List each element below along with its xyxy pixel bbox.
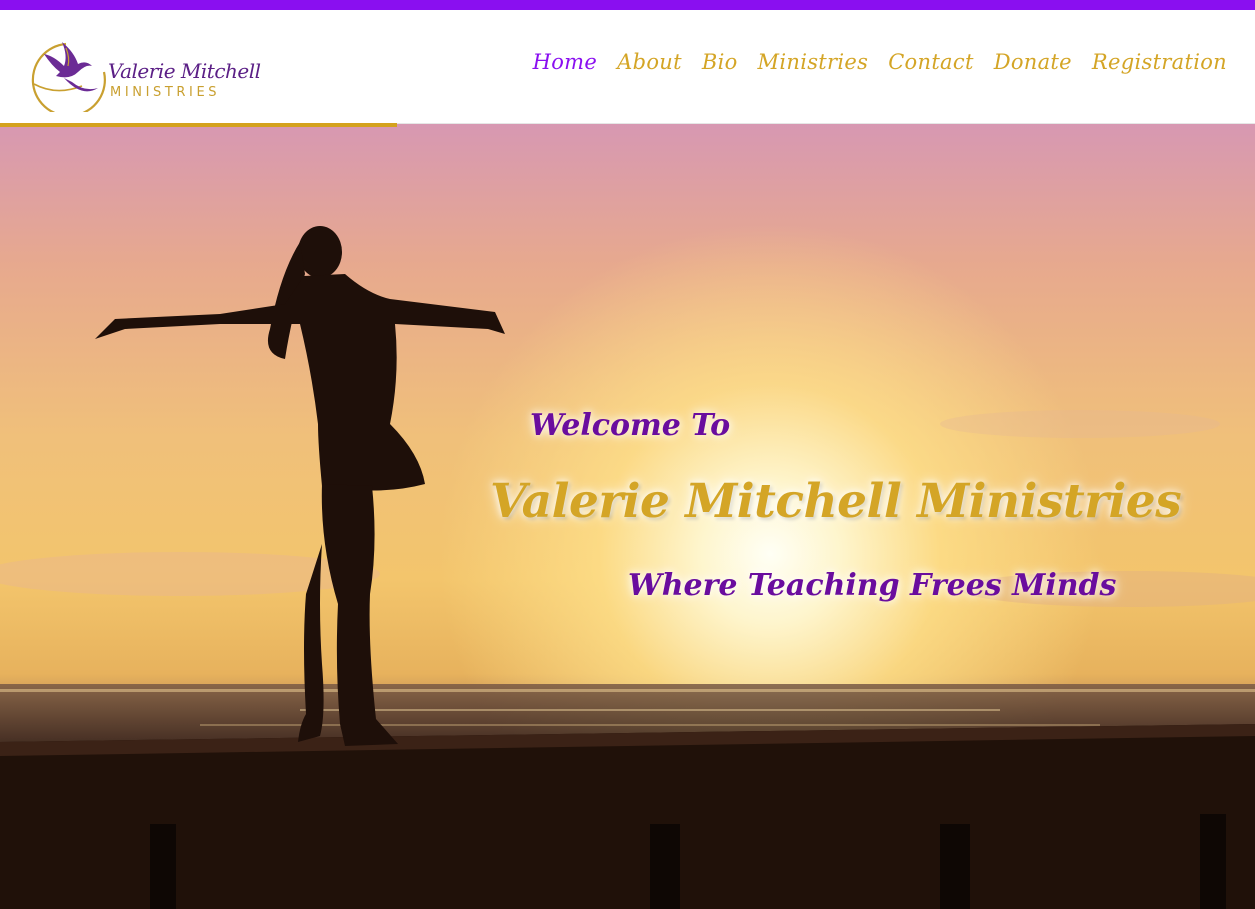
- nav-item-registration[interactable]: Registration: [1092, 50, 1227, 74]
- main-nav: Home About Bio Ministries Contact Donate…: [533, 50, 1227, 74]
- site-logo[interactable]: Valerie Mitchell MINISTRIES: [26, 32, 261, 112]
- header-gold-accent: [0, 123, 397, 127]
- hero-welcome-text: Welcome To: [530, 408, 731, 443]
- site-header: Valerie Mitchell MINISTRIES Home About B…: [0, 10, 1255, 124]
- nav-item-donate[interactable]: Donate: [994, 50, 1072, 74]
- dove-icon: [31, 42, 106, 112]
- nav-item-home[interactable]: Home: [533, 50, 598, 74]
- hero-title: Valerie Mitchell Ministries: [490, 474, 1182, 529]
- nav-item-about[interactable]: About: [617, 50, 682, 74]
- nav-item-bio[interactable]: Bio: [702, 50, 738, 74]
- nav-item-contact[interactable]: Contact: [888, 50, 974, 74]
- nav-item-ministries[interactable]: Ministries: [758, 50, 869, 74]
- hero-banner: Welcome To Valerie Mitchell Ministries W…: [0, 124, 1255, 909]
- logo-name: Valerie Mitchell: [108, 59, 261, 83]
- logo-subtitle: MINISTRIES: [110, 85, 221, 100]
- hero-tagline: Where Teaching Frees Minds: [628, 568, 1117, 603]
- top-accent-bar: [0, 0, 1255, 10]
